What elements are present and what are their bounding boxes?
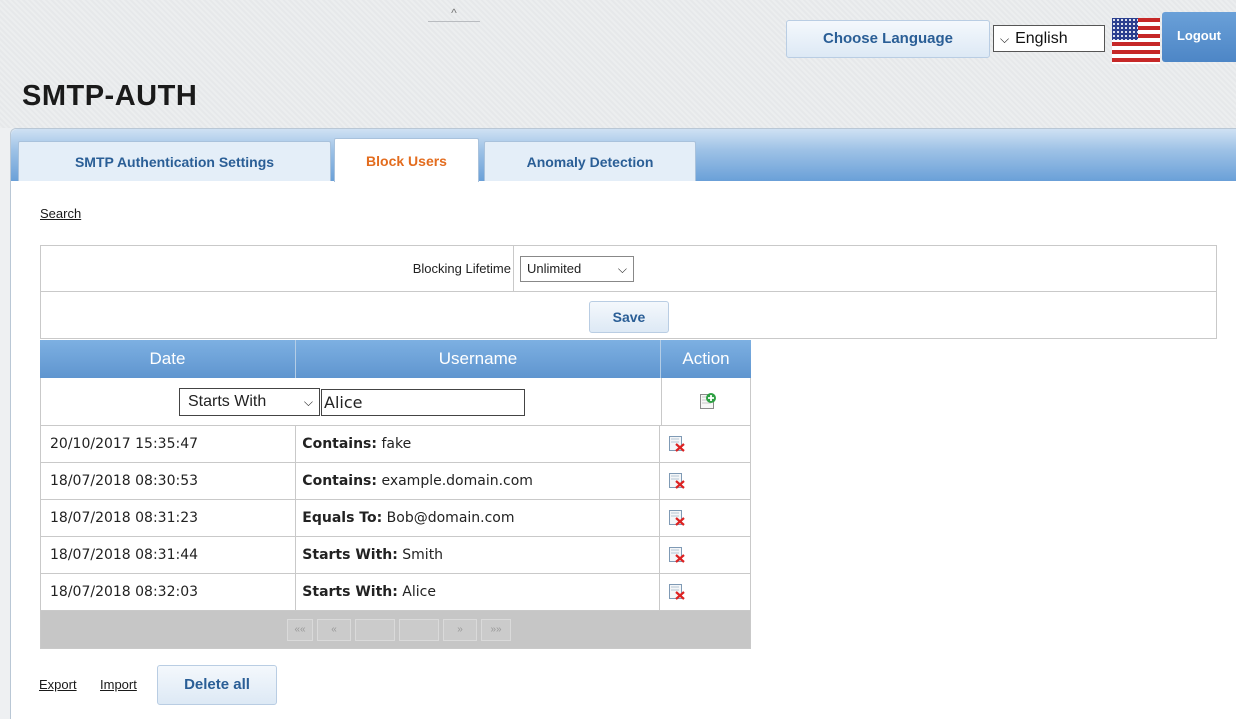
row-date: 18/07/2018 08:31:44	[41, 537, 297, 573]
delete-icon[interactable]	[668, 509, 686, 527]
delete-icon[interactable]	[668, 435, 686, 453]
export-link[interactable]: Export	[39, 677, 77, 692]
row-date: 18/07/2018 08:32:03	[41, 574, 297, 610]
blocked-users-table: Date Username Action Starts With ⌵ Alice…	[40, 340, 751, 649]
row-date: 18/07/2018 08:30:53	[41, 463, 297, 499]
tab-block-users[interactable]: Block Users	[334, 138, 479, 182]
logout-button[interactable]: Logout	[1162, 12, 1236, 62]
search-link[interactable]: Search	[40, 206, 81, 221]
row-date: 18/07/2018 08:31:23	[41, 500, 297, 536]
username-input[interactable]: Alice	[321, 389, 525, 416]
table-row: 18/07/2018 08:31:23 Equals To: Bob@domai…	[40, 500, 751, 537]
table-row: 18/07/2018 08:30:53 Contains: example.do…	[40, 463, 751, 500]
first-page-button[interactable]: ««	[287, 619, 313, 641]
row-username: Starts With: Alice	[296, 574, 661, 610]
row-value: fake	[381, 436, 412, 452]
delete-all-button[interactable]: Delete all	[157, 665, 277, 705]
row-match-type: Contains:	[302, 473, 377, 489]
column-header-action: Action	[682, 349, 730, 368]
save-button[interactable]: Save	[589, 301, 669, 333]
tab-smtp-authentication-settings[interactable]: SMTP Authentication Settings	[18, 141, 331, 181]
top-bar: ^ Choose Language ⌵ English Logout SMTP-A…	[0, 0, 1236, 128]
row-match-type: Starts With:	[302, 547, 398, 563]
delete-icon[interactable]	[668, 583, 686, 601]
table-header: Date Username Action	[40, 340, 751, 378]
table-row: 18/07/2018 08:31:44 Starts With: Smith	[40, 537, 751, 574]
row-value: Bob@domain.com	[386, 510, 515, 526]
row-value: Smith	[402, 547, 444, 563]
row-username: Starts With: Smith	[296, 537, 661, 573]
match-type-value: Starts With	[188, 393, 267, 410]
table-row: 20/10/2017 15:35:47 Contains: fake	[40, 426, 751, 463]
language-select[interactable]: ⌵ English	[993, 25, 1105, 52]
tab-bar: SMTP Authentication Settings Block Users…	[11, 129, 1236, 182]
us-flag-icon[interactable]	[1112, 18, 1160, 64]
column-header-username[interactable]: Username	[296, 340, 661, 378]
settings-box: Blocking Lifetime Unlimited ⌵ Save	[40, 245, 1217, 339]
last-page-button[interactable]: »»	[481, 619, 511, 641]
prev-page-button[interactable]: «	[317, 619, 351, 641]
language-value: English	[1015, 30, 1068, 47]
row-match-type: Contains:	[302, 436, 377, 452]
main-panel: SMTP Authentication Settings Block Users…	[10, 128, 1236, 719]
chevron-down-icon: ⌵	[617, 262, 627, 276]
chevron-down-icon: ⌵	[1000, 32, 1010, 46]
blocking-lifetime-select[interactable]: Unlimited ⌵	[520, 256, 634, 282]
blocking-lifetime-row: Blocking Lifetime Unlimited ⌵	[41, 246, 1216, 292]
page-title: SMTP-AUTH	[22, 80, 198, 112]
page-count-field	[399, 619, 439, 641]
chevron-down-icon: ⌵	[303, 395, 313, 409]
delete-icon[interactable]	[668, 546, 686, 564]
row-date: 20/10/2017 15:35:47	[41, 426, 297, 462]
collapse-handle[interactable]: ^	[428, 7, 480, 22]
row-username: Contains: example.domain.com	[296, 463, 661, 499]
row-username: Equals To: Bob@domain.com	[296, 500, 661, 536]
filter-row: Starts With ⌵ Alice	[40, 378, 751, 426]
match-type-select[interactable]: Starts With ⌵	[179, 388, 320, 416]
tab-anomaly-detection[interactable]: Anomaly Detection	[484, 141, 696, 181]
row-value: Alice	[402, 584, 436, 600]
pager: «« « » »»	[40, 611, 751, 649]
row-username: Contains: fake	[296, 426, 661, 462]
table-row: 18/07/2018 08:32:03 Starts With: Alice	[40, 574, 751, 611]
add-icon[interactable]	[699, 392, 717, 410]
blocking-lifetime-label: Blocking Lifetime	[412, 261, 511, 276]
next-page-button[interactable]: »	[443, 619, 477, 641]
row-match-type: Starts With:	[302, 584, 398, 600]
blocking-lifetime-value: Unlimited	[527, 261, 582, 276]
delete-icon[interactable]	[668, 472, 686, 490]
row-match-type: Equals To:	[302, 510, 383, 526]
row-value: example.domain.com	[381, 473, 533, 489]
column-header-date[interactable]: Date	[40, 340, 296, 378]
page-number-field[interactable]	[355, 619, 395, 641]
choose-language-button[interactable]: Choose Language	[786, 20, 990, 58]
import-link[interactable]: Import	[100, 677, 137, 692]
